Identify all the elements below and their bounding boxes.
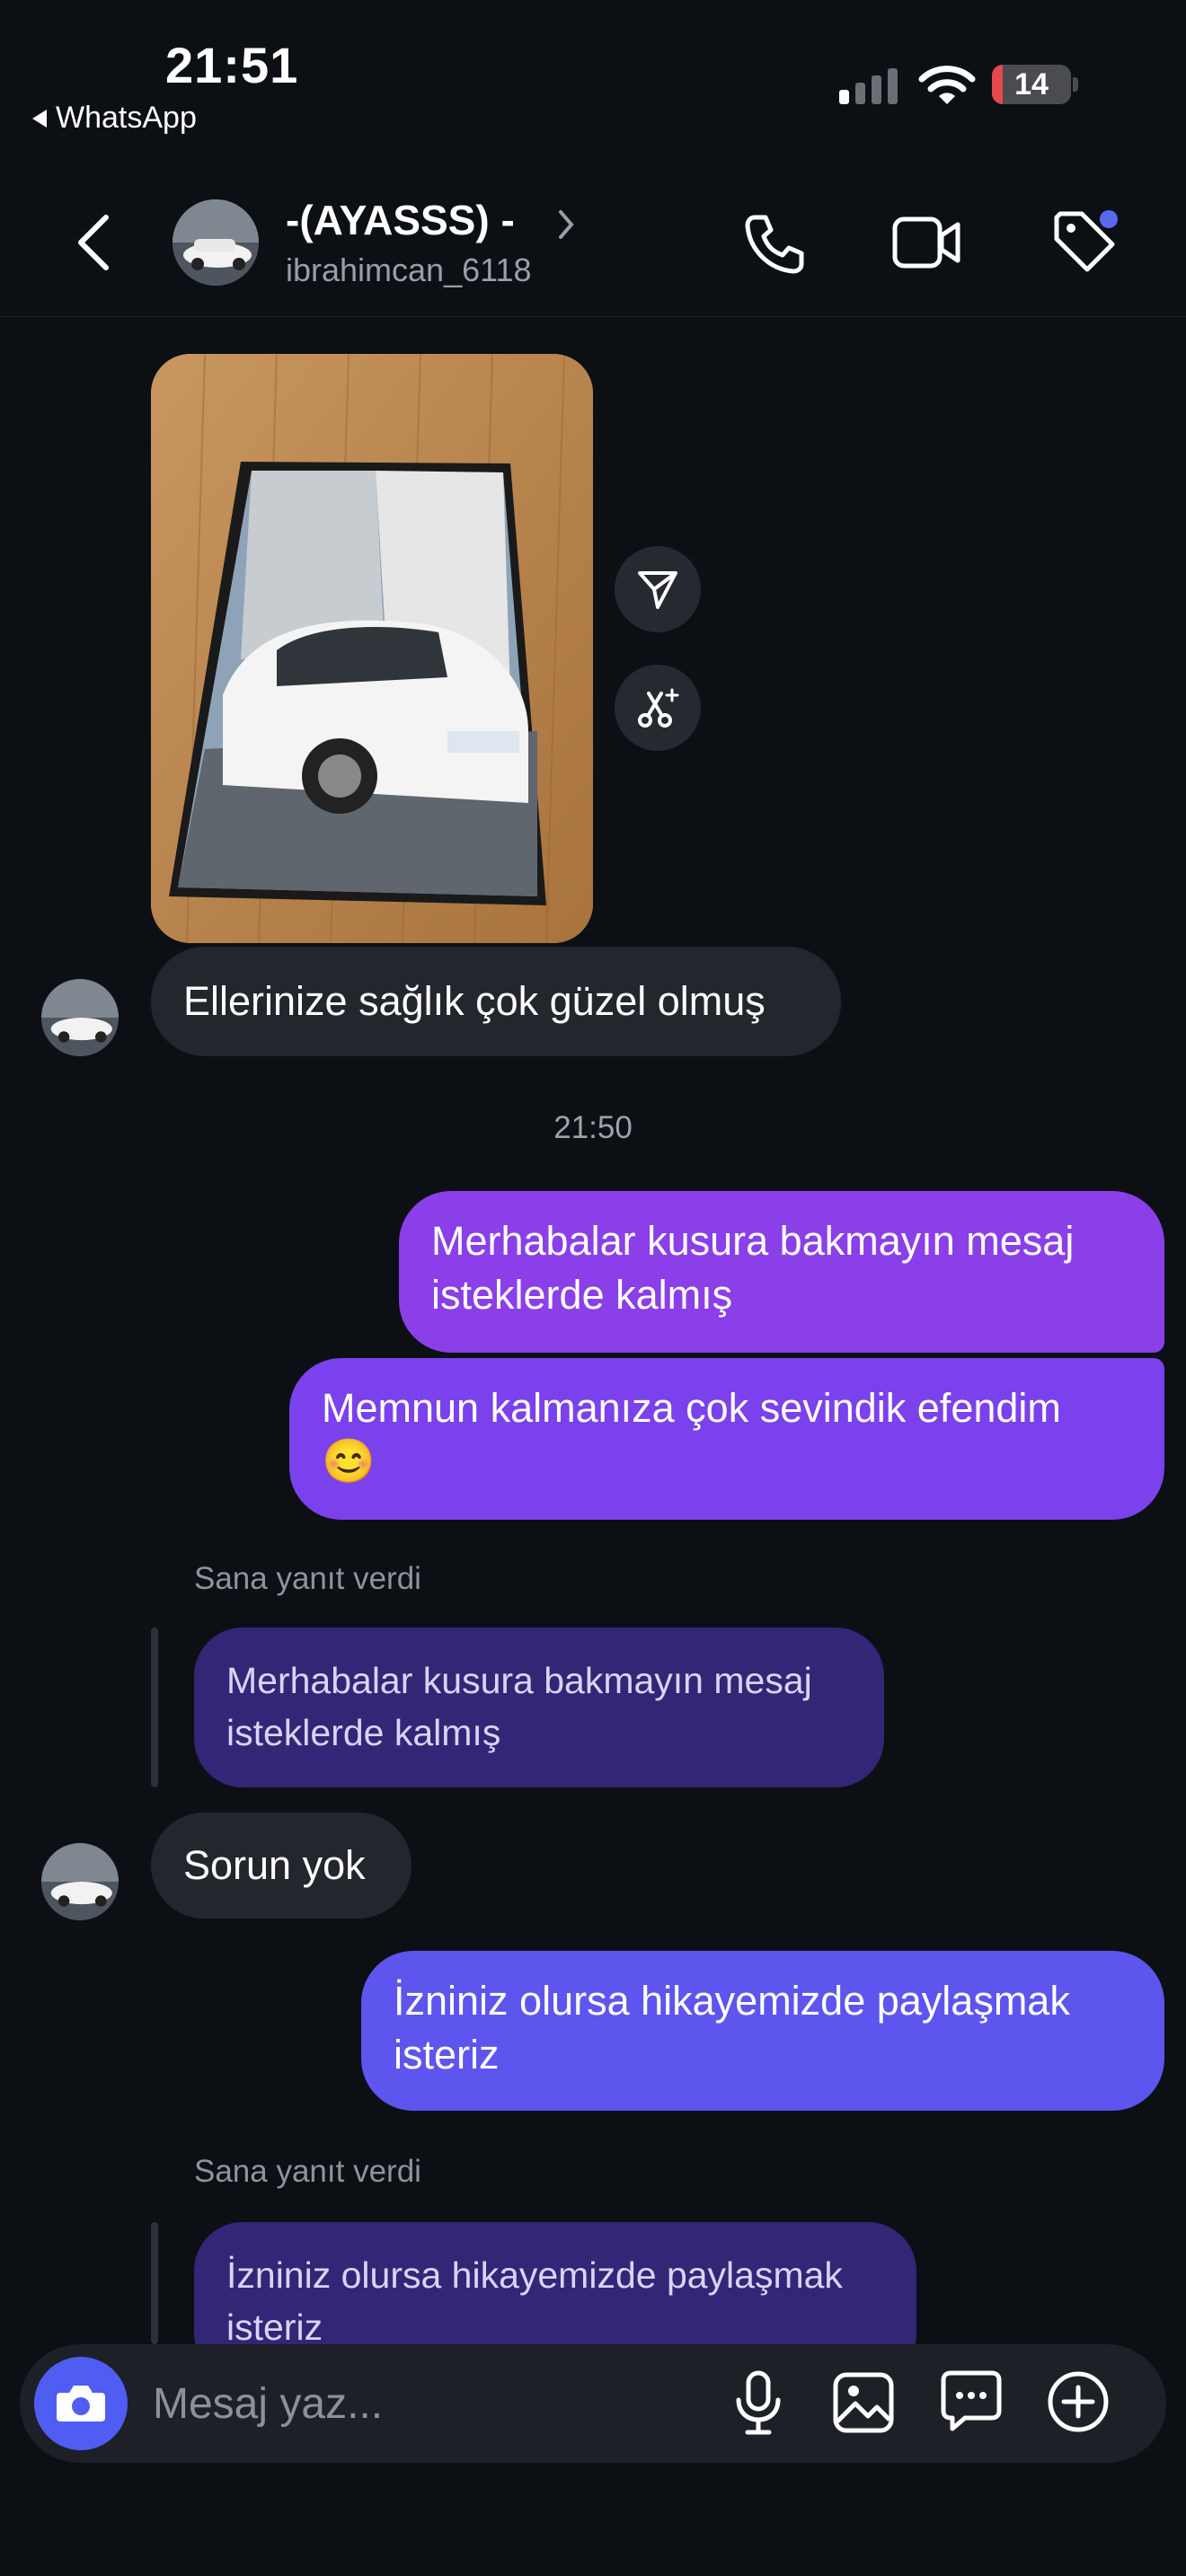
shared-photo[interactable] [151,354,593,943]
quote-bar [151,2222,158,2344]
plus-circle-icon[interactable] [1046,2369,1111,2434]
cellular-signal-icon [839,68,898,104]
car-photo-thumb [41,1843,119,1920]
sender-avatar[interactable] [41,1843,119,1920]
message-text: İzniniz olursa hikayemizde paylaşmak ist… [394,1978,1070,2078]
message-text: Ellerinize sağlık çok güzel olmuş [183,978,766,1024]
reply-label: Sana yanıt verdi [194,1561,421,1596]
wifi-icon [918,66,976,104]
message-text: Sorun yok [183,1842,366,1888]
outgoing-message[interactable]: Memnun kalmanıza çok sevindik efendim 😊 [289,1358,1164,1520]
quoted-clip: İzniniz olursa hikayemizde paylaşmak ist… [194,2222,916,2344]
back-chevron-icon[interactable] [74,214,113,271]
quote-bar [151,1628,158,1787]
smiling-emoji: 😊 [322,1438,376,1486]
gallery-icon[interactable] [832,2371,895,2434]
tag-icon[interactable] [1049,207,1121,278]
car-rug-photo [151,354,593,943]
outgoing-message[interactable]: İzniniz olursa hikayemizde paylaşmak ist… [361,1951,1164,2111]
sender-avatar[interactable] [41,979,119,1056]
outgoing-message[interactable]: Merhabalar kusura bakmayın mesaj istekle… [399,1191,1164,1353]
back-triangle-icon [32,109,47,128]
incoming-message[interactable]: Sorun yok [151,1813,412,1919]
contact-name[interactable]: -(AYASSS) - [286,196,515,244]
quoted-text: Merhabalar kusura bakmayın mesaj istekle… [226,1660,812,1753]
camera-button[interactable] [34,2357,128,2450]
send-icon [638,571,677,609]
contact-username[interactable]: ibrahimcan_6118 [286,251,532,289]
back-app-label: WhatsApp [56,101,197,135]
scissors-sparkle-icon [638,688,679,728]
quoted-message[interactable]: Merhabalar kusura bakmayın mesaj istekle… [194,1628,884,1787]
phone-icon[interactable] [742,212,807,277]
battery-nub [1073,77,1078,92]
video-icon[interactable] [891,212,963,273]
message-timestamp: 21:50 [553,1110,633,1145]
car-photo-thumb [41,979,119,1056]
car-photo-thumb [173,199,259,286]
microphone-icon[interactable] [733,2369,783,2438]
battery-indicator: 14 [992,65,1071,104]
message-text: Merhabalar kusura bakmayın mesaj istekle… [431,1218,1075,1318]
status-time: 21:51 [165,37,299,93]
share-photo-button[interactable] [615,546,701,632]
camera-icon [57,2386,105,2422]
sticker-chat-icon[interactable] [938,2368,1005,2434]
quoted-text: İzniniz olursa hikayemizde paylaşmak ist… [226,2254,843,2344]
quoted-message[interactable]: İzniniz olursa hikayemizde paylaşmak ist… [194,2222,916,2344]
contact-avatar[interactable] [173,199,259,286]
incoming-message[interactable]: Ellerinize sağlık çok güzel olmuş [151,947,841,1056]
message-input[interactable] [151,2371,694,2436]
battery-percent: 14 [1014,67,1049,101]
reply-label: Sana yanıt verdi [194,2154,421,2189]
back-to-app-link[interactable]: WhatsApp [32,101,197,136]
edit-photo-button[interactable] [615,665,701,751]
message-text: Memnun kalmanıza çok sevindik efendim [322,1385,1061,1431]
chevron-right-icon[interactable] [555,208,577,241]
